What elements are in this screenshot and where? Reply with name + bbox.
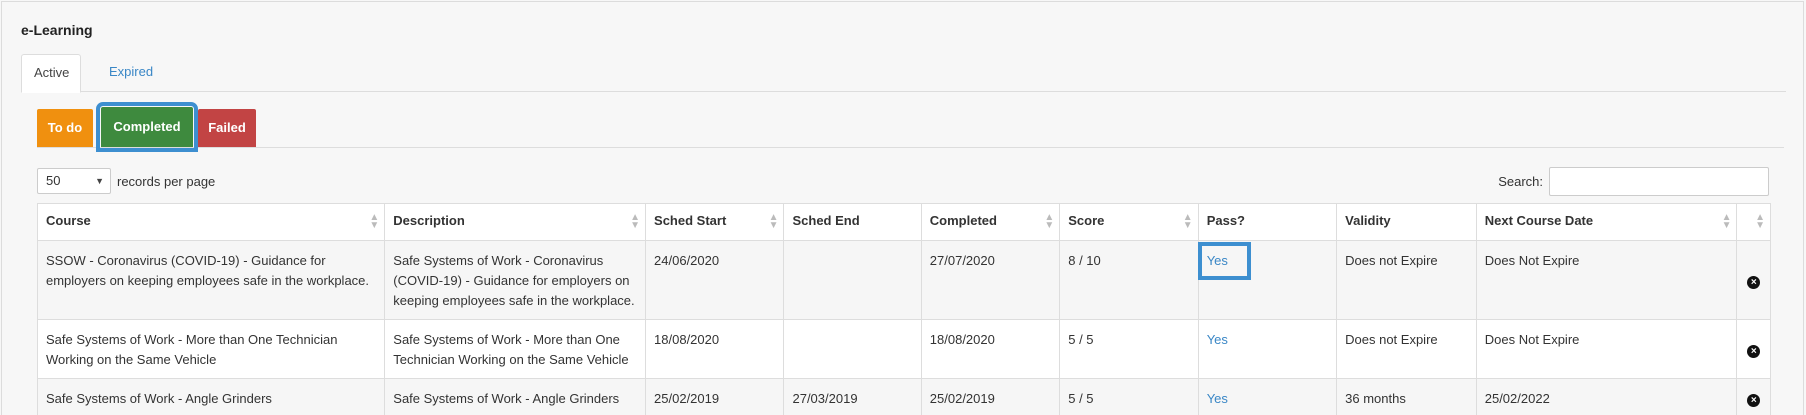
cell-description: Safe Systems of Work - Coronavirus (COVI…	[384, 240, 647, 320]
col-sched-end[interactable]: Sched End	[783, 203, 922, 241]
page-length-label: records per page	[117, 173, 216, 189]
col-completed[interactable]: Completed ▲ ▼	[920, 203, 1061, 241]
pass-link[interactable]: Yes	[1207, 332, 1228, 347]
sort-icon: ▲ ▼	[1721, 212, 1732, 231]
status-tabs: To do Completed Failed	[37, 102, 1784, 152]
cell-next-course-date: Does Not Expire	[1475, 319, 1738, 379]
caret-down-icon: ▼	[95, 176, 104, 186]
col-sched-start[interactable]: Sched Start ▲ ▼	[645, 203, 785, 241]
sort-icon: ▲ ▼	[1755, 212, 1765, 231]
tab-completed[interactable]: Completed	[96, 102, 198, 152]
col-pass[interactable]: Pass?	[1197, 203, 1338, 241]
cell-sched-start: 24/06/2020	[645, 240, 785, 320]
courses-table: Course ▲ ▼ Description ▲ ▼ Sched Start ▲ ▼ Sch…	[36, 203, 1771, 415]
cell-validity: Does not Expire	[1336, 240, 1477, 320]
col-score[interactable]: Score ▲ ▼	[1059, 203, 1199, 241]
remove-circle-icon[interactable]: ×	[1747, 394, 1761, 407]
cell-score: 5 / 5	[1059, 319, 1199, 379]
pass-link[interactable]: Yes	[1207, 391, 1228, 406]
cell-pass: Yes	[1197, 240, 1338, 320]
pass-link[interactable]: Yes	[1197, 242, 1251, 280]
cell-course: SSOW - Coronavirus (COVID-19) - Guidance…	[36, 240, 386, 320]
page-length-control: 50 ▼ records per page	[37, 168, 215, 194]
search-control: Search:	[1498, 167, 1769, 196]
cell-action: ×	[1736, 319, 1771, 379]
table-header-row: Course ▲ ▼ Description ▲ ▼ Sched Start ▲ ▼ Sch…	[36, 203, 1771, 241]
cell-pass: Yes	[1197, 319, 1338, 379]
cell-description: Safe Systems of Work - Angle Grinders	[384, 378, 647, 415]
cell-validity: Does not Expire	[1336, 319, 1477, 379]
page-length-value: 50	[46, 173, 61, 188]
cell-completed: 18/08/2020	[920, 319, 1061, 379]
cell-description: Safe Systems of Work - More than One Tec…	[384, 319, 647, 379]
top-tabs: Active Expired	[21, 54, 1786, 93]
tab-expired[interactable]: Expired	[97, 54, 165, 92]
col-description[interactable]: Description ▲ ▼	[384, 203, 647, 241]
cell-sched-end: 27/03/2019	[783, 378, 922, 415]
cell-validity: 36 months	[1336, 378, 1477, 415]
remove-circle-icon[interactable]: ×	[1747, 345, 1761, 358]
search-label: Search:	[1498, 174, 1543, 189]
cell-action: ×	[1736, 240, 1771, 320]
cell-score: 8 / 10	[1059, 240, 1199, 320]
col-next-course-date[interactable]: Next Course Date ▲ ▼	[1475, 203, 1738, 241]
cell-completed: 25/02/2019	[920, 378, 1061, 415]
remove-circle-icon[interactable]: ×	[1747, 276, 1761, 289]
tab-active[interactable]: Active	[21, 54, 81, 93]
table-row: Safe Systems of Work - More than One Tec…	[36, 319, 1771, 379]
sort-icon: ▲ ▼	[369, 212, 379, 231]
cell-completed: 27/07/2020	[920, 240, 1061, 320]
cell-sched-end	[783, 240, 922, 320]
table-row: Safe Systems of Work - Angle Grinders Sa…	[36, 378, 1771, 415]
cell-sched-start: 18/08/2020	[645, 319, 785, 379]
sort-icon: ▲ ▼	[630, 212, 640, 231]
tab-failed[interactable]: Failed	[198, 109, 256, 147]
table-row: SSOW - Coronavirus (COVID-19) - Guidance…	[36, 240, 1771, 320]
cell-course: Safe Systems of Work - More than One Tec…	[36, 319, 386, 379]
panel-title: e-Learning	[21, 22, 93, 38]
cell-pass: Yes	[1197, 378, 1338, 415]
col-actions[interactable]: ▲ ▼	[1736, 203, 1771, 241]
sort-icon: ▲ ▼	[1044, 212, 1054, 231]
sort-icon: ▲ ▼	[768, 212, 779, 231]
cell-sched-end	[783, 319, 922, 379]
search-input[interactable]	[1549, 167, 1769, 196]
page-length-select[interactable]: 50 ▼	[37, 168, 111, 194]
sort-icon: ▲ ▼	[1182, 212, 1193, 231]
cell-action: ×	[1736, 378, 1771, 415]
col-validity[interactable]: Validity	[1336, 203, 1477, 241]
cell-course: Safe Systems of Work - Angle Grinders	[36, 378, 386, 415]
tab-todo[interactable]: To do	[37, 109, 93, 147]
col-course[interactable]: Course ▲ ▼	[36, 203, 386, 241]
cell-next-course-date: Does Not Expire	[1475, 240, 1738, 320]
cell-sched-start: 25/02/2019	[645, 378, 785, 415]
cell-score: 5 / 5	[1059, 378, 1199, 415]
cell-next-course-date: 25/02/2022	[1475, 378, 1738, 415]
